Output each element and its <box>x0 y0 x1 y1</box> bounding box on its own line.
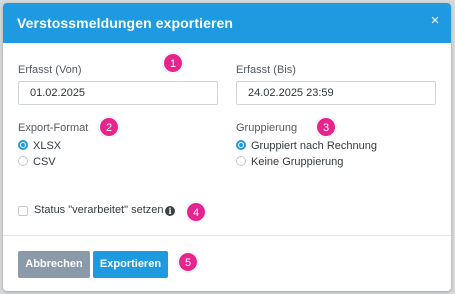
close-icon[interactable]: × <box>427 13 443 29</box>
radio-xlsx-label: XLSX <box>33 140 62 152</box>
annotation-badge-1: 1 <box>163 53 183 73</box>
cancel-button[interactable]: Abbrechen <box>18 251 90 278</box>
dialog-header: Verstossmeldungen exportieren × <box>3 3 451 43</box>
export-button[interactable]: Exportieren <box>93 251 168 278</box>
status-processed-label: Status "verarbeitet" setzen <box>34 204 164 216</box>
radio-no-grouping-label: Keine Gruppierung <box>251 156 344 168</box>
annotation-badge-3: 3 <box>316 117 336 137</box>
grouping-label: Gruppierung <box>236 122 298 134</box>
to-date-label: Erfasst (Bis) <box>236 64 296 76</box>
from-date-label: Erfasst (Von) <box>18 64 82 76</box>
annotation-badge-2: 2 <box>99 117 119 137</box>
from-date-input[interactable] <box>18 81 218 105</box>
radio-csv-label: CSV <box>33 156 56 168</box>
export-format-label: Export-Format <box>18 122 89 134</box>
footer-divider <box>3 235 451 236</box>
radio-grouped-label: Gruppiert nach Rechnung <box>251 140 377 152</box>
radio-csv-indicator[interactable] <box>18 156 28 166</box>
annotation-badge-5: 5 <box>178 252 198 272</box>
to-date-input[interactable] <box>236 81 436 105</box>
info-icon[interactable]: i <box>165 206 175 216</box>
export-dialog: Verstossmeldungen exportieren × Erfasst … <box>3 3 451 291</box>
dialog-title: Verstossmeldungen exportieren <box>17 15 234 31</box>
radio-grouped-indicator[interactable] <box>236 140 246 150</box>
annotation-badge-4: 4 <box>186 202 206 222</box>
radio-no-grouping-indicator[interactable] <box>236 156 246 166</box>
radio-xlsx-indicator[interactable] <box>18 140 28 150</box>
status-processed-checkbox[interactable] <box>18 206 28 216</box>
